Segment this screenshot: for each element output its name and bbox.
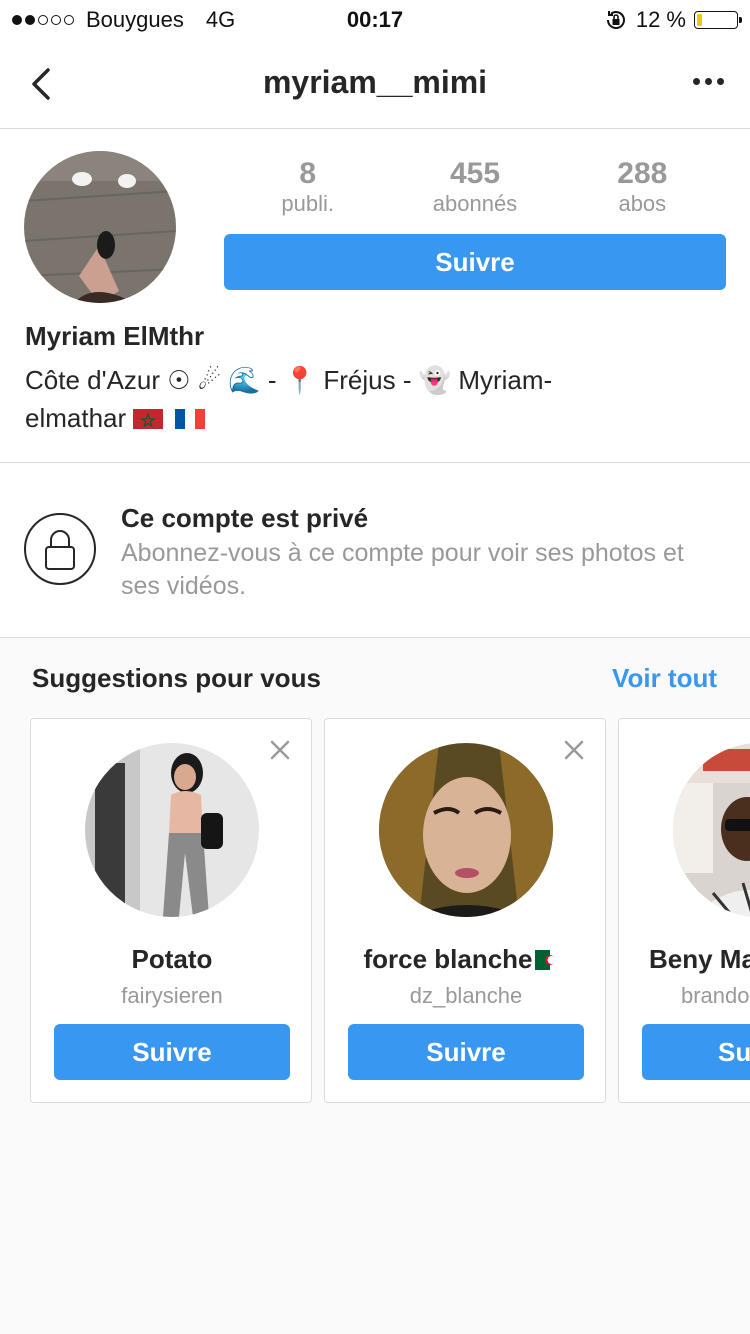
more-options-icon[interactable]	[693, 78, 724, 85]
suggestion-name: Beny Ma	[649, 944, 750, 974]
private-account-notice: Ce compte est privé Abonnez-vous à ce co…	[0, 463, 750, 638]
suggestion-username: dz_blanche	[409, 983, 523, 1008]
private-description: Abonnez-vous à ce compte pour voir ses p…	[121, 539, 684, 600]
follow-button[interactable]: Suivre	[224, 234, 726, 290]
suggestion-card: Potato fairysieren Suivre	[30, 718, 312, 1103]
bio-line-1: Côte d'Azur ☉ ☄ 🌊 - 📍 Fréjus - 👻 Myriam-	[25, 365, 553, 395]
nav-bar: myriam__mimi	[0, 40, 750, 129]
france-flag-icon	[174, 409, 205, 429]
algeria-flag-icon	[534, 950, 565, 970]
profile-stats: 8 publi. 455 abonnés 288 abos	[224, 157, 726, 217]
suggestion-card: force blanche dz_blanche Suivre	[324, 718, 606, 1103]
follow-button[interactable]: Su	[642, 1024, 750, 1080]
suggestion-username: fairysieren	[121, 983, 223, 1008]
bio-line-2: elmathar	[25, 403, 127, 433]
stat-value: 455	[449, 157, 501, 190]
stat-label: publi.	[281, 191, 334, 216]
close-icon[interactable]	[269, 739, 291, 761]
suggestion-avatar[interactable]	[379, 743, 553, 917]
page-title: myriam__mimi	[262, 64, 488, 100]
private-title: Ce compte est privé	[121, 503, 369, 533]
rotation-lock-icon	[606, 11, 625, 29]
stat-label: abos	[618, 191, 667, 216]
status-right: 12 %	[604, 7, 742, 33]
close-icon[interactable]	[563, 739, 585, 761]
stat-value: 8	[299, 157, 316, 190]
suggestion-name: Potato	[131, 944, 213, 974]
suggestion-avatar[interactable]	[85, 743, 259, 917]
suggestion-name-text: force blanche	[363, 944, 533, 974]
suggestion-name: force blanche	[325, 944, 605, 975]
stat-value: 288	[617, 157, 668, 190]
morocco-flag-icon	[133, 409, 164, 429]
profile-full-name: Myriam ElMthr	[25, 321, 205, 351]
suggestion-card: Beny Ma brando Su	[618, 718, 750, 1103]
follow-button[interactable]: Suivre	[54, 1024, 290, 1080]
profile-bio: Côte d'Azur ☉ ☄ 🌊 - 📍 Fréjus - 👻 Myriam-…	[25, 361, 675, 437]
lock-icon	[24, 513, 96, 585]
suggestion-avatar[interactable]	[673, 743, 750, 917]
profile-header: 8 publi. 455 abonnés 288 abos Suivre Myr…	[0, 129, 750, 463]
battery-icon	[694, 11, 742, 29]
status-bar: Bouygues 4G 00:17 12 %	[0, 0, 750, 40]
battery-percent: 12 %	[635, 7, 686, 32]
stat-followers[interactable]: 455 abonnés	[405, 157, 545, 217]
stat-label: abonnés	[432, 191, 518, 216]
follow-button[interactable]: Suivre	[348, 1024, 584, 1080]
suggestions-heading: Suggestions pour vous	[32, 663, 321, 693]
profile-avatar[interactable]	[24, 151, 176, 303]
see-all-link[interactable]: Voir tout	[612, 663, 717, 694]
stat-following[interactable]: 288 abos	[572, 157, 712, 217]
suggestion-username: brando	[681, 983, 750, 1008]
stat-posts[interactable]: 8 publi.	[238, 157, 378, 217]
